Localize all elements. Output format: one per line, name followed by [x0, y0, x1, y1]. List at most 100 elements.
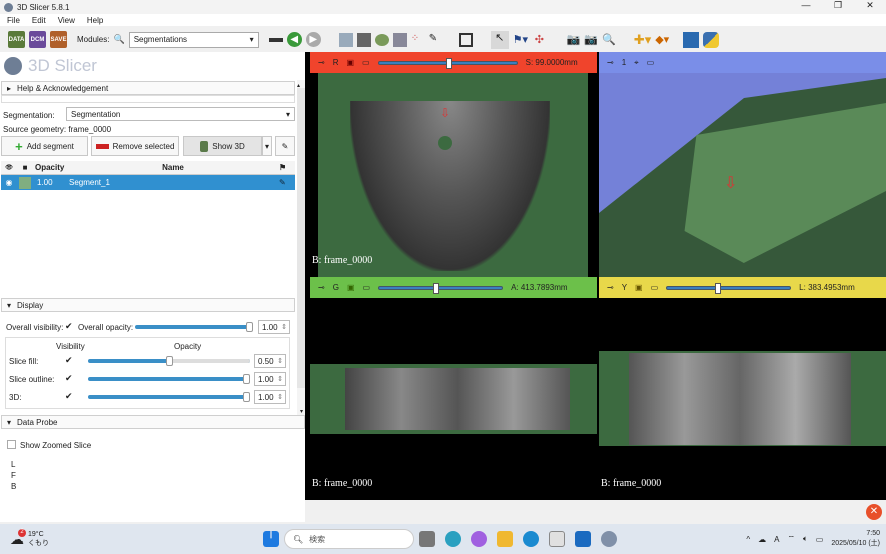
- tray-chevron-icon[interactable]: ^: [746, 535, 750, 544]
- pointer-icon[interactable]: ↖: [490, 30, 509, 49]
- slider-handle[interactable]: [165, 356, 173, 366]
- close-button[interactable]: ✕: [854, 0, 886, 11]
- menu-help[interactable]: Help: [87, 16, 103, 25]
- crosshair-icon[interactable]: ✚▾: [634, 32, 651, 48]
- segment-color-swatch[interactable]: [19, 176, 31, 189]
- menu-edit[interactable]: Edit: [32, 16, 46, 25]
- segment-name[interactable]: Segment_1: [67, 178, 279, 187]
- show-3d-button[interactable]: Show 3D: [183, 136, 262, 156]
- segment-opacity[interactable]: 1.00: [33, 178, 67, 187]
- menu-view[interactable]: View: [58, 16, 75, 25]
- dicom-button[interactable]: DCM: [29, 31, 46, 48]
- ime-icon[interactable]: A: [774, 535, 779, 544]
- overall-visibility-checkbox[interactable]: ✔: [65, 321, 73, 332]
- crosshair-tool-icon[interactable]: ✣: [535, 33, 549, 46]
- display-row-opacity-slider[interactable]: [88, 374, 250, 384]
- overall-opacity-slider[interactable]: [135, 322, 253, 332]
- module-selector[interactable]: Segmentations ▾: [128, 31, 259, 48]
- search-box[interactable]: 🔍︎ 検索: [284, 529, 414, 549]
- python-icon[interactable]: [703, 31, 720, 48]
- slider-handle[interactable]: [243, 374, 250, 384]
- link-icon[interactable]: ▣: [635, 283, 643, 292]
- pencil-icon[interactable]: ✎: [279, 178, 286, 187]
- extensions-icon[interactable]: [683, 31, 700, 48]
- 3d-view[interactable]: ⇩: [599, 73, 886, 277]
- pin-icon[interactable]: ⊸: [318, 58, 325, 67]
- forward-icon[interactable]: ▶: [305, 32, 321, 47]
- data-module-icon[interactable]: [338, 32, 353, 47]
- outlook-icon[interactable]: [575, 531, 591, 547]
- scene-view-icon[interactable]: 📷: [584, 33, 598, 46]
- link-icon[interactable]: ▣: [347, 283, 355, 292]
- start-icon[interactable]: [263, 531, 279, 547]
- display-row-visibility-checkbox[interactable]: ✔: [65, 355, 73, 366]
- slider-handle[interactable]: [246, 322, 253, 332]
- link-icon[interactable]: ▣: [346, 58, 354, 67]
- edge-icon[interactable]: [523, 531, 539, 547]
- green-offset-slider[interactable]: [378, 282, 504, 294]
- minimize-button[interactable]: —: [790, 0, 822, 11]
- slider-handle[interactable]: [445, 57, 452, 69]
- panel-scrollbar[interactable]: ▴ ▾: [297, 80, 305, 415]
- task-view-icon[interactable]: [419, 531, 435, 547]
- battery-icon[interactable]: ▭: [816, 535, 824, 544]
- volumes-icon[interactable]: [356, 32, 371, 47]
- app-icon[interactable]: [471, 531, 487, 547]
- maximize-view-icon[interactable]: ▭: [647, 58, 655, 67]
- capture-icon[interactable]: 🔍: [602, 33, 616, 46]
- visibility-column-icon[interactable]: 👁: [1, 164, 17, 171]
- segment-editor-button[interactable]: ✎: [275, 136, 295, 156]
- pin-icon[interactable]: ⊸: [318, 283, 325, 292]
- display-row-visibility-checkbox[interactable]: ✔: [65, 373, 73, 384]
- pin-icon[interactable]: ⊸: [607, 58, 614, 67]
- wifi-icon[interactable]: ⌔: [787, 534, 795, 544]
- maximize-view-icon[interactable]: ▭: [651, 283, 659, 292]
- store-icon[interactable]: [549, 531, 565, 547]
- show-zoomed-slice-checkbox[interactable]: [7, 440, 16, 449]
- slider-handle[interactable]: [243, 392, 250, 402]
- markups-icon[interactable]: ⁘: [411, 33, 425, 47]
- layout-icon[interactable]: [268, 37, 283, 42]
- module-search-icon[interactable]: 🔍: [113, 34, 124, 45]
- eye-icon[interactable]: ◉: [1, 178, 17, 187]
- slider-handle[interactable]: [714, 282, 721, 294]
- maximize-view-icon[interactable]: ▭: [363, 283, 371, 292]
- name-column-header[interactable]: Name: [67, 163, 279, 172]
- transforms-icon[interactable]: [392, 32, 407, 47]
- maximize-button[interactable]: ❐: [822, 0, 854, 11]
- editor-icon[interactable]: ✎: [429, 33, 443, 47]
- view-layout-icon[interactable]: [458, 32, 473, 47]
- help-section-header[interactable]: ▸ Help & Acknowledgement: [1, 81, 295, 95]
- onedrive-icon[interactable]: ☁: [758, 535, 766, 544]
- copilot-icon[interactable]: [445, 531, 461, 547]
- display-row-visibility-checkbox[interactable]: ✔: [65, 391, 73, 402]
- red-slice-view[interactable]: ⇩ B: frame_0000: [310, 73, 597, 277]
- add-segment-button[interactable]: + Add segment: [1, 136, 88, 156]
- overall-opacity-spinbox[interactable]: 1.00: [258, 320, 290, 334]
- place-icon[interactable]: ⚑▾: [513, 33, 531, 46]
- weather-widget[interactable]: ☁ 2 19°C くもり: [10, 528, 49, 548]
- screenshot-icon[interactable]: 📷: [567, 33, 581, 46]
- load-data-button[interactable]: DATA: [8, 31, 25, 48]
- display-row-opacity-spinbox[interactable]: 0.50: [254, 354, 286, 368]
- models-icon[interactable]: [374, 33, 389, 46]
- display-section-header[interactable]: ▾ Display: [1, 298, 295, 312]
- data-probe-section-header[interactable]: ▾ Data Probe: [1, 415, 305, 429]
- slicer-taskbar-icon[interactable]: [601, 531, 617, 547]
- pin-icon[interactable]: ⊸: [607, 283, 614, 292]
- annotation-icon[interactable]: ◆▾: [655, 33, 669, 46]
- volume-icon[interactable]: 🔈︎: [803, 534, 808, 544]
- red-offset-slider[interactable]: [377, 57, 518, 69]
- show-3d-dropdown[interactable]: ▾: [262, 136, 272, 156]
- file-explorer-icon[interactable]: [497, 531, 513, 547]
- display-row-opacity-spinbox[interactable]: 1.00: [254, 372, 286, 386]
- back-icon[interactable]: ◀: [286, 32, 302, 47]
- clock[interactable]: 7:50 2025/05/10 (土): [831, 529, 880, 549]
- table-row[interactable]: ◉ 1.00 Segment_1 ✎: [1, 175, 295, 190]
- center-view-icon[interactable]: ⌖: [634, 58, 639, 68]
- yellow-offset-slider[interactable]: [666, 282, 792, 294]
- display-row-opacity-spinbox[interactable]: 1.00: [254, 390, 286, 404]
- save-button[interactable]: SAVE: [50, 31, 67, 48]
- error-log-button[interactable]: ✕: [866, 504, 882, 520]
- slider-handle[interactable]: [432, 282, 439, 294]
